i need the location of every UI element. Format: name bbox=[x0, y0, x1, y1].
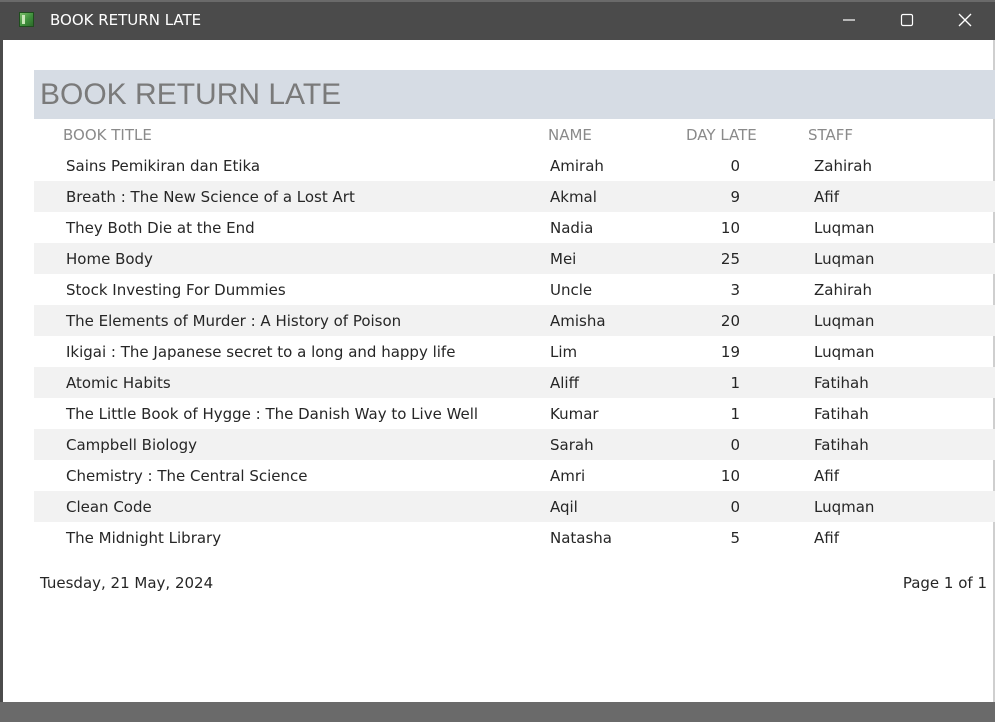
table-row: They Both Die at the End Nadia 10 Luqman bbox=[34, 212, 995, 243]
day-late-cell: 20 bbox=[720, 312, 740, 330]
book-title-cell: Ikigai : The Japanese secret to a long a… bbox=[66, 343, 456, 361]
book-title-cell: Breath : The New Science of a Lost Art bbox=[66, 188, 355, 206]
table-row: The Little Book of Hygge : The Danish Wa… bbox=[34, 398, 995, 429]
close-icon bbox=[958, 13, 972, 27]
book-title-cell: Stock Investing For Dummies bbox=[66, 281, 286, 299]
minimize-button[interactable] bbox=[820, 0, 878, 40]
table-row: Breath : The New Science of a Lost Art A… bbox=[34, 181, 995, 212]
staff-cell: Afif bbox=[814, 188, 839, 206]
staff-cell: Fatihah bbox=[814, 436, 869, 454]
table-row: Ikigai : The Japanese secret to a long a… bbox=[34, 336, 995, 367]
report-rows: Sains Pemikiran dan Etika Amirah 0 Zahir… bbox=[34, 150, 995, 553]
staff-cell: Fatihah bbox=[814, 405, 869, 423]
staff-cell: Luqman bbox=[814, 343, 875, 361]
day-late-cell: 0 bbox=[730, 436, 740, 454]
table-row: Chemistry : The Central Science Amri 10 … bbox=[34, 460, 995, 491]
window-bottom-bar bbox=[0, 702, 995, 722]
name-cell: Amisha bbox=[550, 312, 606, 330]
name-cell: Uncle bbox=[550, 281, 593, 299]
column-header-book-title: BOOK TITLE bbox=[63, 126, 152, 144]
minimize-icon bbox=[843, 19, 855, 21]
table-row: Atomic Habits Aliff 1 Fatihah bbox=[34, 367, 995, 398]
staff-cell: Luqman bbox=[814, 312, 875, 330]
staff-cell: Zahirah bbox=[814, 281, 873, 299]
table-row: Sains Pemikiran dan Etika Amirah 0 Zahir… bbox=[34, 150, 995, 181]
name-cell: Nadia bbox=[550, 219, 594, 237]
window-left-border bbox=[0, 40, 3, 702]
day-late-cell: 1 bbox=[730, 405, 740, 423]
staff-cell: Afif bbox=[814, 529, 839, 547]
name-cell: Amirah bbox=[550, 157, 604, 175]
page-number: Page 1 of 1 bbox=[902, 574, 987, 592]
window-titlebar: BOOK RETURN LATE bbox=[0, 0, 995, 40]
staff-cell: Afif bbox=[814, 467, 839, 485]
report-header-band: BOOK RETURN LATE bbox=[34, 70, 995, 119]
day-late-cell: 0 bbox=[730, 498, 740, 516]
book-title-cell: Home Body bbox=[66, 250, 153, 268]
book-title-cell: They Both Die at the End bbox=[66, 219, 255, 237]
maximize-icon bbox=[900, 13, 914, 27]
name-cell: Akmal bbox=[550, 188, 597, 206]
report-title: BOOK RETURN LATE bbox=[40, 78, 342, 111]
table-row: Stock Investing For Dummies Uncle 3 Zahi… bbox=[34, 274, 995, 305]
window-title: BOOK RETURN LATE bbox=[50, 11, 202, 29]
name-cell: Sarah bbox=[550, 436, 594, 454]
table-row: Clean Code Aqil 0 Luqman bbox=[34, 491, 995, 522]
day-late-cell: 3 bbox=[730, 281, 740, 299]
day-late-cell: 0 bbox=[730, 157, 740, 175]
table-row: Home Body Mei 25 Luqman bbox=[34, 243, 995, 274]
maximize-button[interactable] bbox=[878, 0, 936, 40]
book-title-cell: Campbell Biology bbox=[66, 436, 198, 454]
name-cell: Aqil bbox=[550, 498, 578, 516]
book-title-cell: Chemistry : The Central Science bbox=[66, 467, 308, 485]
book-title-cell: Sains Pemikiran dan Etika bbox=[66, 157, 261, 175]
name-cell: Aliff bbox=[550, 374, 579, 392]
day-late-cell: 5 bbox=[730, 529, 740, 547]
staff-cell: Fatihah bbox=[814, 374, 869, 392]
column-header-staff: STAFF bbox=[808, 126, 854, 144]
name-cell: Mei bbox=[550, 250, 577, 268]
staff-cell: Luqman bbox=[814, 219, 875, 237]
name-cell: Natasha bbox=[550, 529, 612, 547]
book-title-cell: Clean Code bbox=[66, 498, 152, 516]
staff-cell: Luqman bbox=[814, 498, 875, 516]
close-button[interactable] bbox=[936, 0, 994, 40]
staff-cell: Zahirah bbox=[814, 157, 873, 175]
table-row: The Midnight Library Natasha 5 Afif bbox=[34, 522, 995, 553]
name-cell: Kumar bbox=[550, 405, 599, 423]
day-late-cell: 25 bbox=[720, 250, 740, 268]
day-late-cell: 10 bbox=[720, 219, 740, 237]
day-late-cell: 10 bbox=[720, 467, 740, 485]
book-title-cell: The Little Book of Hygge : The Danish Wa… bbox=[66, 405, 479, 423]
staff-cell: Luqman bbox=[814, 250, 875, 268]
table-row: The Elements of Murder : A History of Po… bbox=[34, 305, 995, 336]
report-date: Tuesday, 21 May, 2024 bbox=[40, 574, 214, 592]
name-cell: Amri bbox=[550, 467, 586, 485]
column-header-name: NAME bbox=[548, 126, 592, 144]
day-late-cell: 19 bbox=[720, 343, 740, 361]
book-title-cell: The Elements of Murder : A History of Po… bbox=[66, 312, 402, 330]
day-late-cell: 1 bbox=[730, 374, 740, 392]
table-row: Campbell Biology Sarah 0 Fatihah bbox=[34, 429, 995, 460]
book-title-cell: The Midnight Library bbox=[66, 529, 222, 547]
name-cell: Lim bbox=[550, 343, 578, 361]
day-late-cell: 9 bbox=[730, 188, 740, 206]
book-title-cell: Atomic Habits bbox=[66, 374, 171, 392]
column-header-day-late: DAY LATE bbox=[686, 126, 757, 144]
report-book-icon bbox=[19, 12, 34, 27]
